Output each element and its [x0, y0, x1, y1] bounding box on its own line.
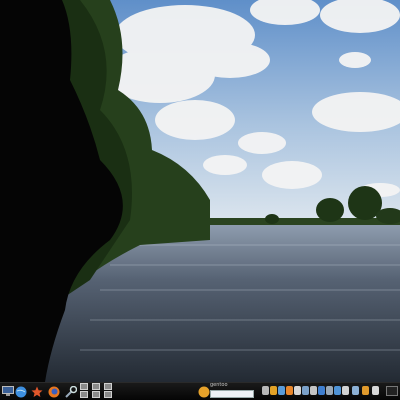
chat-icon[interactable]: [286, 386, 293, 395]
quick-launch-icon[interactable]: [80, 383, 88, 390]
clipboard-icon[interactable]: [310, 386, 317, 395]
mail-icon[interactable]: [294, 386, 301, 395]
update-icon[interactable]: [302, 386, 309, 395]
quick-launch-icon[interactable]: [92, 391, 100, 398]
quick-launch-icon[interactable]: [92, 383, 100, 390]
lake-landscape-wallpaper: [0, 0, 400, 382]
star-icon[interactable]: [29, 384, 44, 399]
battery-icon[interactable]: [278, 386, 285, 395]
search-label: gentoo: [210, 382, 228, 388]
power-icon[interactable]: [196, 384, 211, 399]
bluetooth-icon[interactable]: [318, 386, 325, 395]
firefox-icon[interactable]: [46, 384, 61, 399]
clock-icon[interactable]: [386, 386, 398, 396]
quick-launch-icon[interactable]: [104, 391, 112, 398]
display-icon[interactable]: [372, 386, 379, 395]
volume-icon[interactable]: [262, 386, 269, 395]
search-input[interactable]: [210, 390, 254, 398]
quick-launch-icon[interactable]: [80, 391, 88, 398]
tools-icon[interactable]: [63, 384, 78, 399]
calendar-icon[interactable]: [342, 386, 349, 395]
shield-icon[interactable]: [362, 386, 369, 395]
desktop: [0, 0, 400, 382]
download-icon[interactable]: [352, 386, 359, 395]
sync-icon[interactable]: [334, 386, 341, 395]
quick-launch-icon[interactable]: [104, 383, 112, 390]
printer-icon[interactable]: [326, 386, 333, 395]
globe-icon[interactable]: [13, 384, 28, 399]
network-icon[interactable]: [270, 386, 277, 395]
